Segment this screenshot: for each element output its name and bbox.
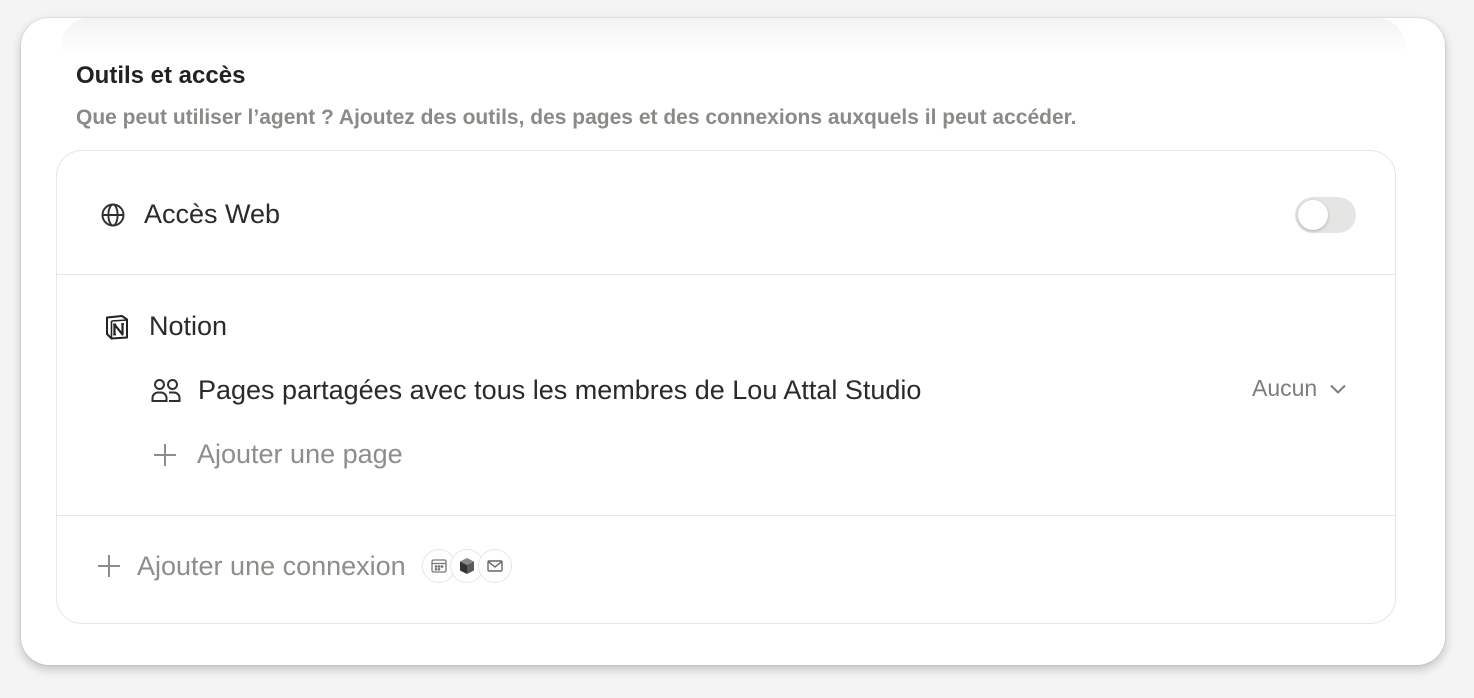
add-page-button[interactable]: Ajouter une page — [153, 439, 403, 470]
permission-value: Aucun — [1252, 375, 1318, 401]
notion-logo-icon — [103, 313, 131, 341]
mail-icon — [477, 549, 512, 583]
divider — [57, 274, 1395, 275]
panel-top-fade — [61, 18, 1405, 54]
section-title: Outils et accès — [76, 62, 246, 89]
people-icon — [150, 377, 182, 405]
connection-icons — [421, 549, 512, 583]
divider — [57, 515, 1395, 516]
shared-pages-label: Pages partagées avec tous les membres de… — [198, 375, 922, 405]
toggle-knob — [1298, 200, 1328, 230]
plus-icon — [153, 443, 177, 467]
web-access-toggle[interactable] — [1295, 197, 1356, 233]
permission-dropdown[interactable]: Aucun — [1252, 375, 1347, 402]
shared-pages-row[interactable]: Pages partagées avec tous les membres de… — [150, 375, 921, 406]
tools-access-panel: Outils et accès Que peut utiliser l’agen… — [21, 18, 1445, 665]
add-connection-label: Ajouter une connexion — [137, 550, 406, 581]
plus-icon — [97, 554, 121, 578]
chevron-down-icon — [1329, 383, 1347, 395]
tools-card: Accès Web Notion Pages partagées avec to… — [56, 150, 1396, 624]
globe-icon — [100, 202, 126, 228]
add-connection-button[interactable]: Ajouter une connexion — [97, 549, 512, 583]
section-subtitle: Que peut utiliser l’agent ? Ajoutez des … — [76, 106, 1077, 129]
notion-label: Notion — [149, 311, 228, 341]
add-page-label: Ajouter une page — [197, 439, 403, 469]
notion-header: Notion — [103, 311, 227, 342]
web-access-label: Accès Web — [144, 199, 281, 229]
web-access-row: Accès Web — [100, 199, 280, 230]
